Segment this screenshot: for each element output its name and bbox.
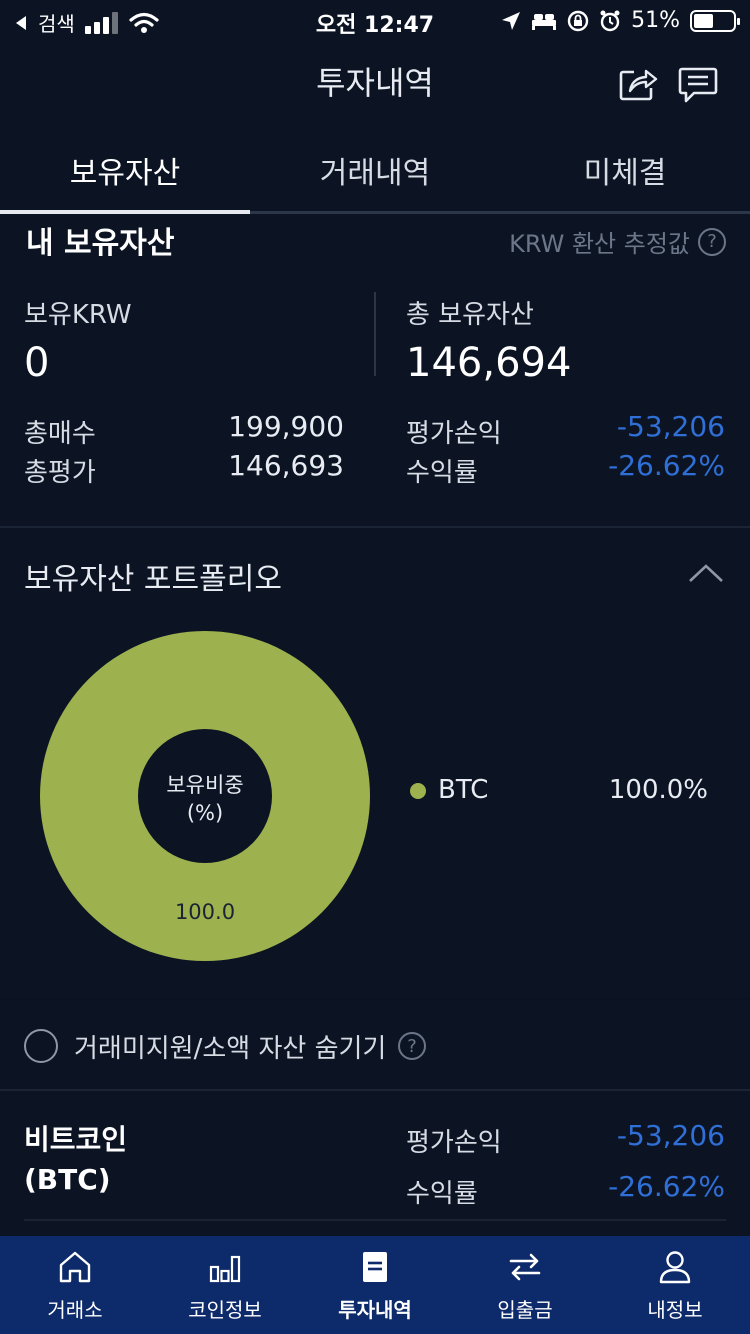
nav-my-info[interactable]: 내정보 (600, 1236, 750, 1334)
coin-symbol: (BTC) (24, 1163, 111, 1196)
alarm-icon (600, 10, 620, 31)
krw-estimate-note[interactable]: KRW 환산 추정값 ? (509, 224, 726, 259)
section-divider (0, 998, 750, 1000)
donut-center-unit: (%) (187, 801, 223, 825)
total-assets-label: 총 보유자산 (406, 300, 534, 330)
section-divider (0, 1089, 750, 1091)
chat-icon[interactable] (678, 66, 718, 104)
tab-holdings[interactable]: 보유자산 (0, 148, 250, 192)
pnl-label: 평가손익 (406, 419, 502, 449)
nav-label: 코인정보 (188, 1298, 262, 1322)
hide-small-assets-label[interactable]: 거래미지원/소액 자산 숨기기 (74, 1028, 386, 1065)
chevron-up-icon[interactable] (688, 562, 724, 584)
coin-pnl-value: -53,206 (616, 1119, 725, 1152)
battery-percent: 51% (631, 8, 680, 33)
total-eval-label: 총평가 (24, 458, 96, 488)
coin-return-label: 수익률 (406, 1179, 478, 1209)
legend-pct-btc: 100.0% (608, 775, 708, 805)
person-icon (659, 1251, 691, 1284)
location-arrow-icon (502, 11, 521, 30)
help-icon[interactable]: ? (398, 1032, 426, 1060)
krw-estimate-label: KRW 환산 추정값 (509, 230, 690, 258)
krw-label: 보유KRW (24, 300, 132, 330)
nav-label: 입출금 (497, 1298, 553, 1322)
bottom-nav: 거래소 코인정보 투자내역 입출금 내정보 (0, 1236, 750, 1334)
nav-deposit-withdraw[interactable]: 입출금 (450, 1236, 600, 1334)
nav-exchange[interactable]: 거래소 (0, 1236, 150, 1334)
krw-value: 0 (24, 340, 50, 386)
nav-label: 투자내역 (338, 1298, 412, 1322)
total-eval-value: 146,693 (228, 449, 344, 482)
donut-data-label: 100.0 (175, 900, 235, 924)
pnl-value: -53,206 (616, 410, 725, 443)
legend-dot-btc (410, 783, 426, 799)
portfolio-donut-chart: 보유비중 (%) 100.0 (40, 631, 370, 961)
coin-pnl-label: 평가손익 (406, 1128, 502, 1158)
bar-chart-icon (209, 1255, 241, 1283)
tab-trade-history[interactable]: 거래내역 (250, 148, 500, 192)
my-assets-title: 내 보유자산 (26, 226, 175, 261)
home-icon (59, 1251, 91, 1283)
vertical-divider (374, 292, 376, 376)
coin-row-name[interactable]: 비트코인 (BTC) (24, 1120, 127, 1200)
tab-unfilled[interactable]: 미체결 (500, 148, 750, 192)
help-icon[interactable]: ? (698, 227, 726, 256)
nav-label: 거래소 (47, 1298, 103, 1322)
total-assets-value: 146,694 (406, 340, 572, 386)
section-divider (0, 526, 750, 528)
total-buy-label: 총매수 (24, 419, 96, 449)
rotation-lock-icon (567, 10, 589, 31)
nav-investment-history[interactable]: 투자내역 (300, 1236, 450, 1334)
status-right: 51% (501, 8, 740, 33)
tab-bar: 보유자산 거래내역 미체결 (0, 140, 750, 214)
battery-icon (690, 9, 740, 32)
transfer-icon (509, 1253, 541, 1281)
portfolio-title: 보유자산 포트폴리오 (24, 562, 282, 597)
donut-center-label: 보유비중 (166, 773, 243, 797)
return-value: -26.62% (608, 449, 725, 482)
coin-name: 비트코인 (24, 1123, 128, 1156)
bed-icon (532, 13, 557, 30)
return-label: 수익률 (406, 458, 478, 488)
nav-label: 내정보 (647, 1298, 703, 1322)
share-icon[interactable] (618, 64, 658, 102)
status-bar: 검색 오전 12:47 51% (0, 0, 750, 40)
row-divider (24, 1219, 726, 1221)
legend-name-btc: BTC (438, 775, 489, 805)
hide-small-assets-radio[interactable] (24, 1029, 58, 1063)
document-icon (363, 1252, 387, 1282)
nav-coin-info[interactable]: 코인정보 (150, 1236, 300, 1334)
tab-indicator (0, 210, 250, 214)
total-buy-value: 199,900 (228, 410, 344, 443)
coin-return-value: -26.62% (608, 1170, 725, 1203)
